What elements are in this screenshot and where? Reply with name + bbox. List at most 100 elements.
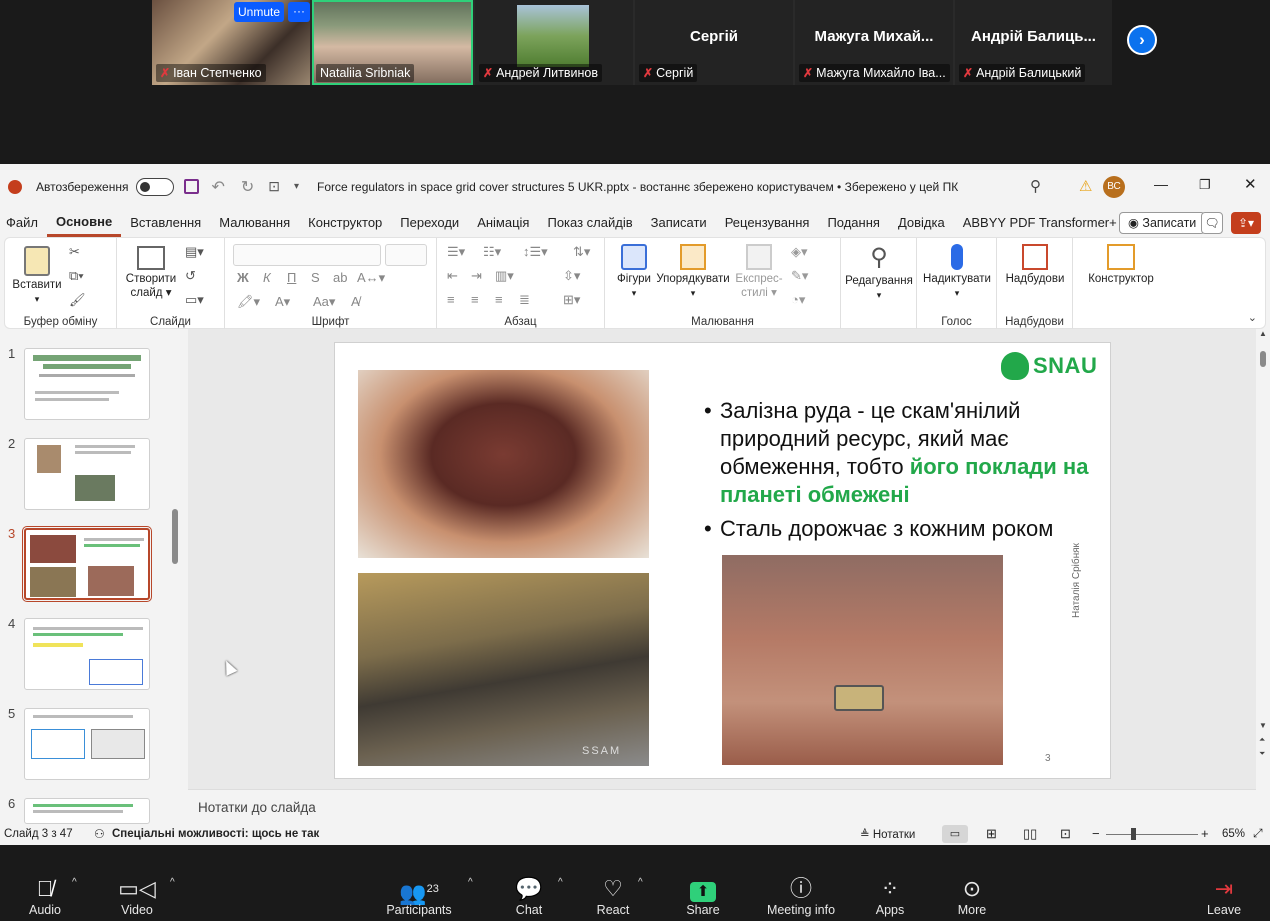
paste-button[interactable]: Вставити ▾ bbox=[11, 246, 63, 306]
layout-icon[interactable]: ▤▾ bbox=[185, 244, 204, 260]
share-screen-button[interactable]: ⬆ Share bbox=[658, 875, 748, 917]
more-button[interactable]: ⊙ More bbox=[927, 875, 1017, 917]
prev-slide-icon[interactable]: ⏶ bbox=[1259, 735, 1265, 745]
tab-design[interactable]: Конструктор bbox=[299, 209, 391, 237]
text-direction-icon[interactable]: ⇅▾ bbox=[573, 244, 590, 260]
zoom-level[interactable]: 65% bbox=[1222, 828, 1245, 840]
arrange-button[interactable]: Упорядкувати ▾ bbox=[655, 244, 731, 300]
participant-tile-active-speaker[interactable]: Nataliia Sribniak bbox=[312, 0, 473, 85]
minimize-icon[interactable]: — bbox=[1154, 176, 1168, 192]
accessibility-status[interactable]: Спеціальні можливості: щось не так bbox=[112, 828, 319, 840]
format-painter-icon[interactable]: 🖌 bbox=[69, 292, 86, 308]
participant-tile[interactable]: Сергій ✗ Сергій bbox=[635, 0, 793, 85]
slide-thumbnail[interactable] bbox=[24, 708, 150, 780]
tab-slideshow[interactable]: Показ слайдів bbox=[538, 209, 641, 237]
reading-view-icon[interactable]: ▯▯ bbox=[1023, 826, 1037, 842]
section-icon[interactable]: ▭▾ bbox=[185, 292, 204, 308]
leave-button[interactable]: ⇥ Leave bbox=[1179, 875, 1269, 917]
participant-tile[interactable]: ✗ Андрей Литвинов bbox=[475, 0, 633, 85]
tab-animations[interactable]: Анімація bbox=[468, 209, 538, 237]
accessibility-icon[interactable]: ⚇ bbox=[94, 827, 105, 841]
slide-thumbnail[interactable] bbox=[24, 348, 150, 420]
notes-toggle[interactable]: ≜ Нотатки bbox=[860, 827, 915, 841]
decrease-indent-icon[interactable]: ⇤ bbox=[447, 268, 458, 284]
participant-tile[interactable]: Мажуга Михай... ✗ Мажуга Михайло Іва... bbox=[795, 0, 953, 85]
chat-options-icon[interactable]: ^ bbox=[558, 877, 563, 888]
save-icon[interactable] bbox=[184, 179, 200, 194]
undo-icon[interactable]: ↶ bbox=[211, 177, 224, 197]
scroll-thumb[interactable] bbox=[1260, 351, 1266, 367]
addins-button[interactable]: Надбудови bbox=[1001, 244, 1069, 286]
present-from-start-icon[interactable]: ⊡ bbox=[268, 178, 280, 195]
audio-options-icon[interactable]: ^ bbox=[72, 877, 77, 888]
cut-icon[interactable]: ✂ bbox=[69, 244, 80, 260]
slide-thumbnail[interactable] bbox=[24, 618, 150, 690]
highlight-icon[interactable]: 🖍▾ bbox=[237, 294, 260, 310]
react-button[interactable]: ♡ React bbox=[568, 875, 658, 917]
shape-outline-icon[interactable]: ✎▾ bbox=[791, 268, 808, 284]
designer-button[interactable]: Конструктор bbox=[1081, 244, 1161, 286]
font-size-select[interactable] bbox=[385, 244, 427, 266]
align-right-icon[interactable]: ≡ bbox=[495, 292, 503, 307]
slide-sorter-icon[interactable]: ⊞ bbox=[986, 826, 997, 842]
slide-thumbnail-current[interactable] bbox=[22, 526, 152, 602]
tab-draw[interactable]: Малювання bbox=[210, 209, 299, 237]
notes-pane[interactable]: Нотатки до слайда bbox=[188, 789, 1256, 824]
participant-tile[interactable]: Андрій Балиць... ✗ Андрій Балицький bbox=[955, 0, 1112, 85]
bold-button[interactable]: Ж bbox=[237, 270, 249, 285]
italic-button[interactable]: К bbox=[263, 270, 271, 285]
search-icon[interactable]: ⚲ bbox=[1030, 177, 1041, 195]
tab-view[interactable]: Подання bbox=[818, 209, 889, 237]
tab-record[interactable]: Записати bbox=[642, 209, 716, 237]
slideshow-icon[interactable]: ⊡ bbox=[1060, 826, 1071, 842]
change-case-icon[interactable]: Aa▾ bbox=[313, 294, 335, 310]
video-button[interactable]: ▭◁ Video bbox=[92, 875, 182, 917]
autosave-toggle[interactable] bbox=[136, 177, 175, 196]
comments-icon[interactable]: 🗨 bbox=[1201, 212, 1223, 234]
share-icon[interactable]: ⇪▾ bbox=[1231, 212, 1261, 234]
zoom-in-icon[interactable]: + bbox=[1201, 826, 1209, 841]
bullets-icon[interactable]: ☰▾ bbox=[447, 244, 465, 260]
justify-icon[interactable]: ≣ bbox=[519, 292, 530, 308]
slide-scrollbar[interactable]: ▲ ▼ ⏶ ⏷ bbox=[1256, 329, 1270, 789]
fit-to-window-icon[interactable]: ⤢ bbox=[1253, 826, 1263, 841]
react-options-icon[interactable]: ^ bbox=[638, 877, 643, 888]
close-icon[interactable]: ✕ bbox=[1244, 175, 1257, 193]
tab-insert[interactable]: Вставлення bbox=[121, 209, 210, 237]
slide-thumbnail[interactable] bbox=[24, 798, 150, 824]
new-slide-button[interactable]: Створити слайд ▾ bbox=[123, 246, 179, 300]
collapse-ribbon-icon[interactable]: ⌄ bbox=[1248, 311, 1257, 324]
tab-transitions[interactable]: Переходи bbox=[391, 209, 468, 237]
zoom-slider[interactable] bbox=[1106, 834, 1198, 835]
tab-review[interactable]: Рецензування bbox=[716, 209, 819, 237]
thumbnails-scrollbar[interactable] bbox=[172, 509, 178, 564]
font-family-select[interactable] bbox=[233, 244, 381, 266]
tab-home[interactable]: Основне bbox=[46, 209, 122, 237]
zoom-slider-thumb[interactable] bbox=[1131, 828, 1136, 840]
clear-format-icon[interactable]: A̸ bbox=[351, 294, 360, 309]
shape-effects-icon[interactable]: ◔▾ bbox=[791, 292, 805, 308]
align-text-icon[interactable]: ⇳▾ bbox=[563, 268, 580, 284]
shape-fill-icon[interactable]: ◈▾ bbox=[791, 244, 808, 260]
video-options-icon[interactable]: ^ bbox=[170, 877, 175, 888]
next-slide-icon[interactable]: ⏷ bbox=[1259, 749, 1265, 759]
participants-options-icon[interactable]: ^ bbox=[468, 877, 473, 888]
numbering-icon[interactable]: ☷▾ bbox=[483, 244, 501, 260]
editing-button[interactable]: ⚲ Редагування ▾ bbox=[843, 244, 915, 302]
line-spacing-icon[interactable]: ↕☰▾ bbox=[523, 244, 548, 260]
font-color-icon[interactable]: A▾ bbox=[275, 294, 290, 310]
zoom-out-icon[interactable]: − bbox=[1092, 826, 1100, 841]
unmute-button[interactable]: Unmute bbox=[234, 2, 285, 22]
scroll-up-icon[interactable]: ▲ bbox=[1259, 329, 1267, 338]
slide-thumbnail[interactable] bbox=[24, 438, 150, 510]
copy-icon[interactable]: ⧉▾ bbox=[69, 268, 84, 284]
dictate-button[interactable]: Надиктувати ▾ bbox=[921, 244, 993, 300]
reset-icon[interactable]: ↺ bbox=[185, 268, 196, 284]
tab-help[interactable]: Довідка bbox=[889, 209, 954, 237]
columns-icon[interactable]: ▥▾ bbox=[495, 268, 514, 284]
increase-indent-icon[interactable]: ⇥ bbox=[471, 268, 482, 284]
align-center-icon[interactable]: ≡ bbox=[471, 292, 479, 307]
more-options-button[interactable]: ··· bbox=[288, 2, 310, 22]
spacing-icon[interactable]: A↔▾ bbox=[357, 270, 385, 286]
apps-button[interactable]: ⁘ Apps bbox=[845, 875, 935, 917]
